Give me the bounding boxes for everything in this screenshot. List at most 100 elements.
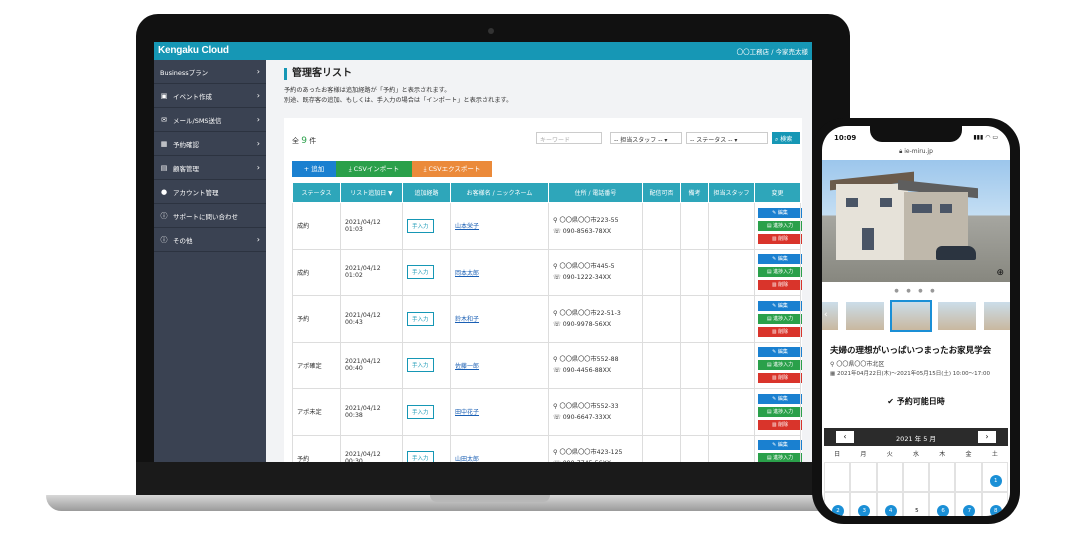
table-row: 予約2021/04/1200:30手入力山田太郎⚲ 〇〇県〇〇市423-125☏… (292, 434, 802, 462)
sidebar-item-support[interactable]: ⓘ サポートに問い合わせ (154, 204, 266, 228)
event-location: ⚲ 〇〇県〇〇市北区 (830, 361, 885, 368)
phone-icon: ☏ (553, 413, 561, 421)
edit-button[interactable]: ✎ 編集 (758, 393, 802, 404)
delete-button[interactable]: ▥ 削除 (758, 280, 802, 291)
csv-export-button[interactable]: ⤓ CSVエクスポート (412, 161, 492, 177)
car-shape (936, 246, 976, 260)
calendar-cell[interactable]: 1 (981, 462, 1008, 492)
sidebar-item-reservation[interactable]: ▦ 予約確認 › (154, 132, 266, 156)
progress-button[interactable]: ▤ 進捗入力 (758, 406, 802, 417)
calendar-day[interactable]: 3 (858, 505, 871, 516)
progress-button[interactable]: ▤ 進捗入力 (758, 267, 802, 278)
calendar-cell[interactable]: 2 (824, 492, 851, 516)
sidebar-item-mail[interactable]: ✉ メール/SMS送信 › (154, 108, 266, 132)
status-select[interactable]: -- ステータス -- ▾ (686, 132, 768, 144)
progress-button[interactable]: ▤ 進捗入力 (758, 360, 802, 371)
thumbnail[interactable] (938, 302, 976, 330)
url-bar[interactable]: 🔒︎ ie-miru.jp (822, 148, 1010, 156)
notes-cell (680, 388, 709, 436)
customer-name-link[interactable]: 山田太郎 (455, 456, 479, 462)
date-text: 2021/04/12 (345, 218, 381, 226)
sidebar-item-plan[interactable]: Businessプラン › (154, 60, 266, 84)
staff-select[interactable]: -- 担当スタッフ -- ▾ (610, 132, 682, 144)
progress-button[interactable]: ▤ 進捗入力 (758, 453, 802, 462)
customer-name-link[interactable]: 佐藤一郎 (455, 363, 479, 370)
phone-text: 090-7745-56XX (563, 460, 611, 462)
carousel-dots[interactable]: ● ● ● ● (822, 288, 1010, 294)
calendar-day[interactable]: 2 (832, 505, 844, 516)
csv-import-button[interactable]: ⤓ CSVインポート (336, 161, 412, 177)
thumbnail[interactable] (890, 300, 932, 332)
customer-name-link[interactable]: 田中花子 (455, 409, 479, 416)
edit-button[interactable]: ✎ 編集 (758, 440, 802, 451)
calendar-day[interactable]: 5 (910, 505, 923, 516)
calendar-cell (850, 462, 877, 492)
calendar-day[interactable]: 1 (989, 475, 1002, 487)
delete-button[interactable]: ▥ 削除 (758, 419, 802, 430)
sidebar-item-label: 顧客管理 (173, 164, 199, 173)
add-button[interactable]: + 追加 (292, 161, 336, 177)
calendar-cell[interactable]: 5 (902, 492, 930, 516)
notes-cell (680, 248, 709, 296)
zoom-icon[interactable]: ⊕ (996, 268, 1004, 278)
chevron-left-icon[interactable]: ‹ (824, 310, 828, 320)
status-cell: 予約 (292, 434, 341, 462)
keyword-input[interactable]: キーワード (536, 132, 602, 144)
delete-button[interactable]: ▥ 削除 (758, 233, 802, 244)
sidebar-item-customers[interactable]: ▤ 顧客管理 › (154, 156, 266, 180)
laptop-notch (430, 495, 550, 502)
edit-button[interactable]: ✎ 編集 (758, 300, 802, 311)
customer-name-link[interactable]: 岡本太郎 (455, 270, 479, 277)
weekday-label: 月 (860, 451, 867, 458)
event-dates: ▦ 2021年04月22日(木)〜2021年05月15日(土) 10:00〜17… (830, 371, 990, 377)
status-cell: 成約 (292, 202, 341, 250)
delivery-cell (642, 248, 681, 296)
signal-wifi-battery-icon: ▮▮▮ ◠ ▭ (973, 134, 998, 141)
phone-icon: ☏ (553, 320, 561, 328)
hero-image[interactable]: ⊕ (822, 160, 1010, 282)
sidebar-item-account[interactable]: ● アカウント管理 (154, 180, 266, 204)
camera-icon (488, 28, 494, 34)
calendar-day[interactable]: 7 (963, 505, 976, 516)
sidebar-item-event[interactable]: ▣ イベント作成 › (154, 84, 266, 108)
calendar-cell[interactable]: 8 (981, 492, 1008, 516)
thumbnail[interactable] (984, 302, 1010, 330)
calendar-icon: ▦ (830, 371, 836, 377)
table-row: 成約 2021/04/12 01:03 手入力 山本栄子 ⚲ 〇〇県〇〇市223-55 ☏ … (292, 202, 802, 250)
staff-cell (708, 388, 755, 436)
user-name[interactable]: 〇〇工務店 / 今家売太様 (737, 46, 808, 56)
column-header[interactable]: リスト追加日 ▼ (340, 182, 403, 203)
weekday-label: 火 (886, 451, 893, 458)
progress-button[interactable]: ▤ 進捗入力 (758, 313, 802, 324)
weekday-label: 日 (834, 451, 841, 458)
calendar-cell[interactable]: 6 (929, 492, 956, 516)
calendar-cell[interactable]: 4 (876, 492, 903, 516)
edit-button[interactable]: ✎ 編集 (758, 254, 802, 265)
next-month-button[interactable]: › (978, 431, 996, 443)
date-cell: 2021/04/12 01:03 (340, 202, 403, 250)
delete-button[interactable]: ▥ 削除 (758, 373, 802, 384)
address-cell: ⚲ 〇〇県〇〇市445-5 ☏ 090-1222-34XX (548, 248, 643, 296)
thumbnail[interactable] (846, 302, 884, 330)
customer-name-link[interactable]: 山本栄子 (455, 223, 479, 230)
calendar-day[interactable]: 4 (884, 505, 897, 516)
progress-button[interactable]: ▤ 進捗入力 (758, 220, 802, 231)
description-line: 別途、既存客の追加、もしくは、手入力の場合は「インポート」と表示されます。 (284, 97, 513, 104)
calendar-cell[interactable]: 3 (850, 492, 877, 516)
column-header[interactable]: ステータス (292, 182, 341, 203)
calendar-nav: ‹ 2021 年 5 月 › (824, 428, 1008, 446)
route-cell: 手入力 (402, 248, 451, 296)
calendar-icon: ▦ (160, 139, 168, 148)
app-logo[interactable]: Kengaku Cloud (158, 45, 229, 56)
calendar-day[interactable]: 8 (989, 505, 1002, 516)
chevron-right-icon: › (256, 235, 260, 244)
edit-button[interactable]: ✎ 編集 (758, 207, 802, 218)
sidebar-item-other[interactable]: ⓘ その他 › (154, 228, 266, 252)
edit-button[interactable]: ✎ 編集 (758, 347, 802, 358)
delete-button[interactable]: ▥ 削除 (758, 326, 802, 337)
calendar-day[interactable]: 6 (937, 505, 950, 516)
customer-name-link[interactable]: 鈴木和子 (455, 316, 479, 323)
calendar-cell[interactable]: 7 (955, 492, 982, 516)
phone-icon: ☏ (553, 227, 561, 235)
search-button[interactable]: ⌕ 検索 (772, 132, 800, 144)
